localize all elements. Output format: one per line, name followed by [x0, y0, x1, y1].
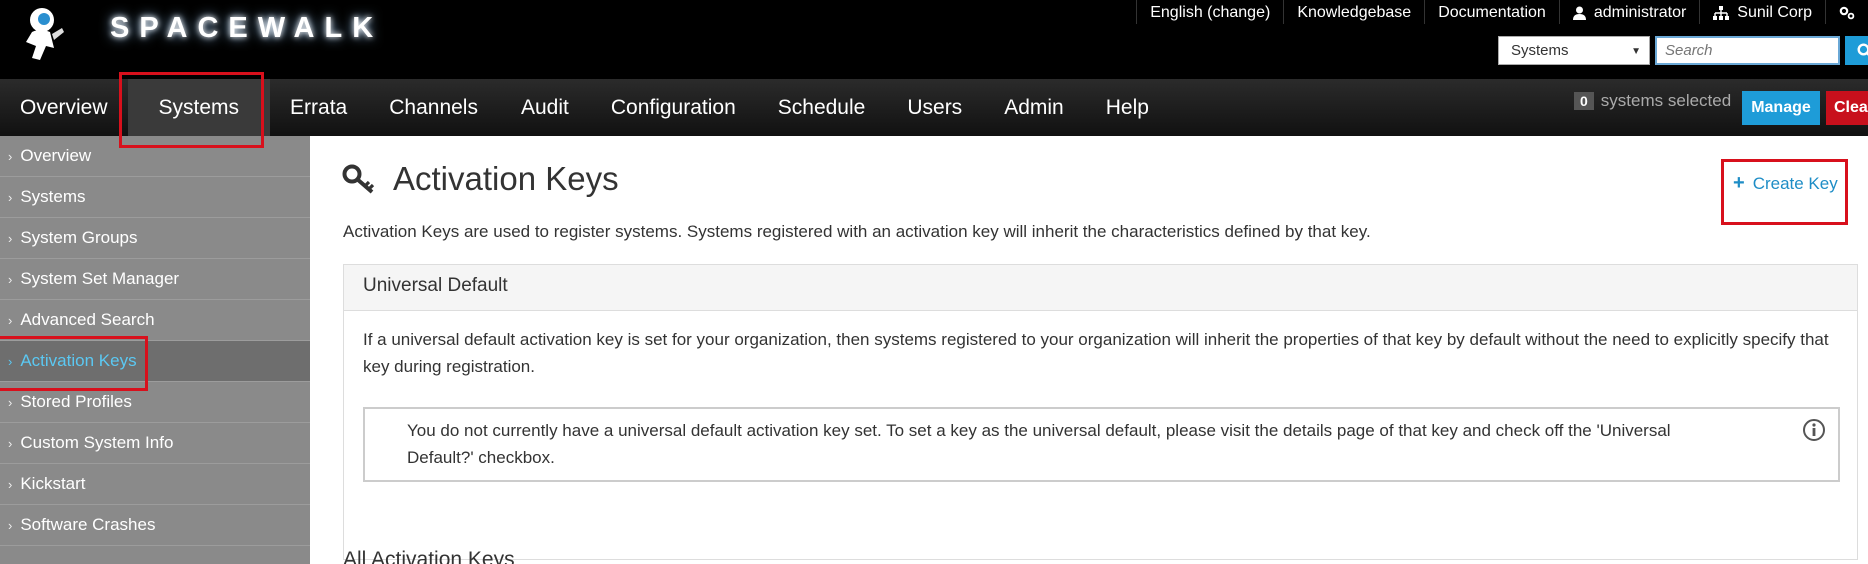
- nav-overview[interactable]: Overview: [0, 79, 128, 136]
- settings-icon: [1839, 6, 1855, 20]
- chevron-down-icon: ▼: [1631, 46, 1641, 57]
- sidebar-item-system-groups[interactable]: › System Groups: [0, 218, 310, 259]
- main-content: Activation Keys + Create Key Activation …: [310, 136, 1868, 564]
- search-input[interactable]: [1655, 36, 1840, 65]
- sidebar-item-systems[interactable]: › Systems: [0, 177, 310, 218]
- systems-selected-indicator: 0 systems selected: [1574, 91, 1731, 111]
- search-bar: Systems ▼: [1498, 36, 1868, 65]
- search-button[interactable]: [1845, 36, 1868, 65]
- chevron-right-icon: ›: [8, 148, 13, 164]
- chevron-right-icon: ›: [8, 189, 13, 205]
- chevron-right-icon: ›: [8, 435, 13, 451]
- chevron-right-icon: ›: [8, 271, 13, 287]
- nav-users[interactable]: Users: [886, 79, 983, 136]
- sidebar-item-software-crashes[interactable]: › Software Crashes: [0, 505, 310, 546]
- main-nav-bar: Overview Systems Errata Channels Audit C…: [0, 79, 1868, 136]
- app-brand[interactable]: SPACEWALK: [110, 12, 383, 45]
- nav-errata[interactable]: Errata: [270, 79, 367, 136]
- page-description: Activation Keys are used to register sys…: [343, 222, 1371, 241]
- search-scope-select[interactable]: Systems ▼: [1498, 36, 1650, 65]
- documentation-link[interactable]: Documentation: [1424, 0, 1559, 24]
- highlight-create-key: [1721, 159, 1848, 225]
- user-icon: [1572, 6, 1586, 20]
- nav-schedule[interactable]: Schedule: [757, 79, 887, 136]
- info-alert: You do not currently have a universal de…: [363, 407, 1840, 482]
- all-activation-keys-heading: All Activation Keys: [343, 548, 515, 564]
- universal-default-panel: Universal Default If a universal default…: [343, 264, 1858, 560]
- chevron-right-icon: ›: [8, 394, 13, 410]
- search-icon: [1857, 43, 1868, 56]
- key-icon: [342, 164, 375, 194]
- page-title: Activation Keys: [393, 160, 619, 197]
- sidebar-item-advanced-search[interactable]: › Advanced Search: [0, 300, 310, 341]
- highlight-activation-keys: [0, 336, 148, 391]
- top-links: English (change) Knowledgebase Documenta…: [1136, 0, 1868, 24]
- preferences-link[interactable]: [1825, 0, 1868, 24]
- knowledgebase-link[interactable]: Knowledgebase: [1283, 0, 1424, 24]
- selected-label: systems selected: [1600, 91, 1732, 110]
- spacewalk-astronaut-logo[interactable]: [18, 2, 68, 66]
- highlight-systems-nav: [119, 72, 264, 148]
- sidebar-item-custom-system-info[interactable]: › Custom System Info: [0, 423, 310, 464]
- sidebar-item-system-set-manager[interactable]: › System Set Manager: [0, 259, 310, 300]
- chevron-right-icon: ›: [8, 312, 13, 328]
- panel-text: If a universal default activation key is…: [363, 330, 1829, 376]
- selected-count-badge: 0: [1574, 92, 1594, 110]
- language-link[interactable]: English (change): [1136, 0, 1283, 24]
- info-text: You do not currently have a universal de…: [407, 421, 1671, 467]
- org-icon: [1713, 6, 1730, 20]
- nav-configuration[interactable]: Configuration: [590, 79, 757, 136]
- info-icon: [1803, 419, 1825, 441]
- nav-channels[interactable]: Channels: [367, 79, 500, 136]
- chevron-right-icon: ›: [8, 517, 13, 533]
- nav-help[interactable]: Help: [1085, 79, 1170, 136]
- nav-admin[interactable]: Admin: [983, 79, 1085, 136]
- chevron-right-icon: ›: [8, 476, 13, 492]
- manage-button[interactable]: Manage: [1742, 91, 1820, 125]
- top-header: SPACEWALK English (change) Knowledgebase…: [0, 0, 1868, 79]
- sidebar-item-kickstart[interactable]: › Kickstart: [0, 464, 310, 505]
- panel-title: Universal Default: [344, 265, 1857, 311]
- chevron-right-icon: ›: [8, 230, 13, 246]
- nav-audit[interactable]: Audit: [500, 79, 590, 136]
- user-link[interactable]: administrator: [1558, 0, 1699, 24]
- org-link[interactable]: Sunil Corp: [1699, 0, 1825, 24]
- clear-button[interactable]: Clear: [1826, 91, 1868, 125]
